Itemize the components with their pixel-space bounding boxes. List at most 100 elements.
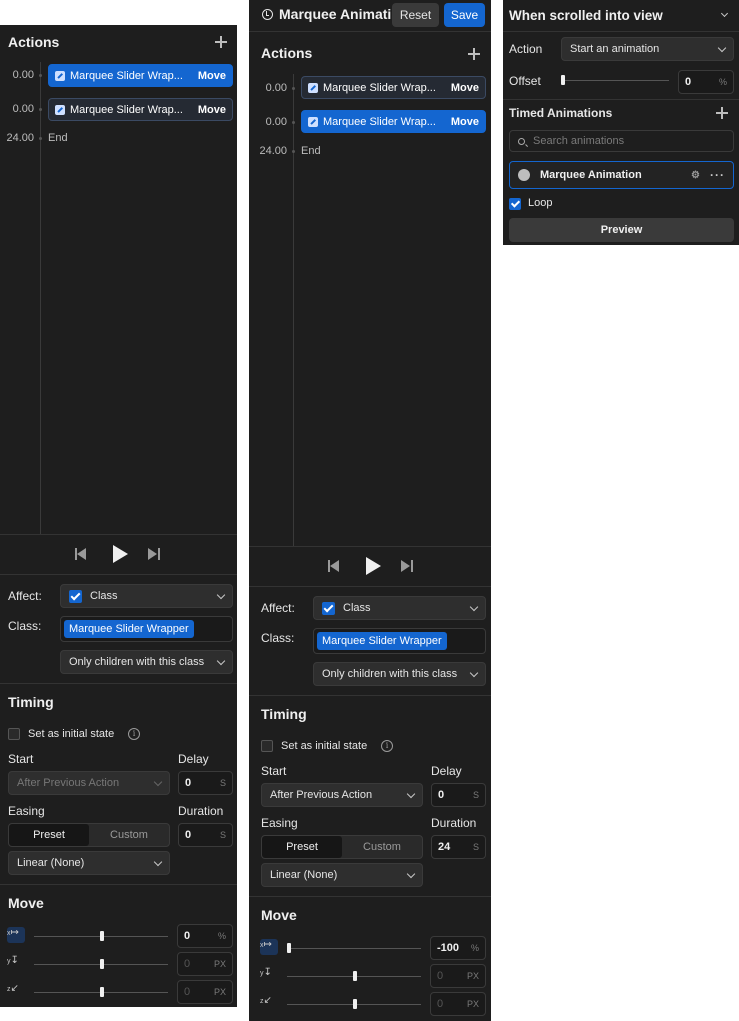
skip-forward-icon[interactable] [148,548,160,560]
start-label: Start [261,764,287,778]
z-axis-icon: z↙ [7,983,19,994]
action-type: Move [197,103,226,116]
start-value: After Previous Action [17,777,120,789]
playback-controls [328,557,413,575]
action-item[interactable]: Marquee Slider Wrap... Move [48,98,233,121]
duration-input[interactable]: 24 S [431,835,486,859]
timed-animations-heading: Timed Animations [509,106,613,120]
scope-dropdown[interactable]: Only children with this class [313,662,486,686]
class-brush-icon [55,70,65,81]
z-value: 0 [184,986,191,998]
class-field[interactable]: Marquee Slider Wrapper [313,628,486,654]
action-type: Move [450,81,479,94]
skip-back-icon[interactable] [328,560,340,572]
action-type: Move [450,115,479,128]
z-slider-knob[interactable] [100,987,104,997]
offset-slider-knob[interactable] [561,75,565,85]
class-field[interactable]: Marquee Slider Wrapper [60,616,233,642]
y-axis-icon: y↧ [7,955,19,966]
trigger-action-dropdown[interactable]: Start an animation [561,37,734,61]
start-dropdown[interactable]: After Previous Action [261,783,423,807]
animation-list-item[interactable]: Marquee Animation ⚙ ··· [509,161,734,189]
chevron-down-icon [216,590,226,599]
gear-icon[interactable]: ⚙ [691,170,700,181]
divider [249,31,491,32]
action-item[interactable]: Marquee Slider Wrap... Move [48,64,233,87]
divider [249,546,491,547]
y-value-input[interactable]: 0 PX [177,952,233,976]
y-slider-knob[interactable] [100,959,104,969]
delay-input[interactable]: 0 S [431,783,486,807]
affect-dropdown[interactable]: Class [313,596,486,620]
chevron-down-icon[interactable] [720,9,729,18]
chevron-down-icon [153,857,163,866]
easing-mode-toggle[interactable]: Preset Custom [261,835,423,859]
search-icon [518,137,525,145]
chevron-down-icon [717,43,727,52]
search-animations-input[interactable]: Search animations [509,130,734,152]
info-icon[interactable]: i [128,728,140,740]
more-icon[interactable]: ··· [710,168,725,182]
affect-dropdown[interactable]: Class [60,584,233,608]
z-value: 0 [437,998,444,1010]
x-slider-track[interactable] [287,948,421,949]
initial-state-checkbox[interactable] [8,728,20,740]
delay-input[interactable]: 0 S [178,771,233,795]
affect-label: Affect: [8,589,42,603]
info-icon[interactable]: i [381,740,393,752]
action-type: Move [197,69,226,82]
divider [0,884,237,885]
easing-dropdown[interactable]: Linear (None) [8,851,170,875]
x-axis-icon: x↦ [260,939,278,955]
initial-state-checkbox[interactable] [261,740,273,752]
start-dropdown[interactable]: After Previous Action [8,771,170,795]
x-value-input[interactable]: -100 % [430,936,486,960]
play-icon[interactable] [113,545,128,563]
animation-title: Marquee Animati... [279,6,403,22]
add-animation-plus-icon[interactable] [716,107,728,119]
chevron-down-icon [153,777,163,786]
x-value-input[interactable]: 0 % [177,924,233,948]
end-label: End [301,145,321,157]
y-slider-knob[interactable] [353,971,357,981]
custom-tab[interactable]: Custom [342,836,422,858]
reset-button[interactable]: Reset [392,3,439,27]
duration-unit: S [472,842,479,852]
y-value-input[interactable]: 0 PX [430,964,486,988]
affect-value: Class [90,590,118,602]
class-icon [69,589,82,603]
x-slider-knob[interactable] [100,931,104,941]
z-axis-icon: z↙ [260,995,272,1006]
skip-forward-icon[interactable] [401,560,413,572]
add-action-plus-icon[interactable] [215,36,227,48]
z-value-input[interactable]: 0 PX [177,980,233,1004]
divider [0,574,237,575]
animation-title-bar: Marquee Animati... [262,6,403,22]
action-time: 0.00 [265,82,287,94]
divider [503,99,739,100]
preset-tab[interactable]: Preset [9,824,89,846]
z-slider-knob[interactable] [353,999,357,1009]
play-icon[interactable] [366,557,381,575]
class-label: Class: [261,631,295,645]
duration-input[interactable]: 0 S [178,823,233,847]
loop-checkbox[interactable] [509,198,521,210]
preview-button[interactable]: Preview [509,218,734,242]
skip-back-icon[interactable] [75,548,87,560]
offset-slider-track[interactable] [561,80,669,81]
custom-tab[interactable]: Custom [89,824,169,846]
action-item[interactable]: Marquee Slider Wrap... Move [301,110,486,133]
class-tag[interactable]: Marquee Slider Wrapper [64,620,194,638]
easing-dropdown[interactable]: Linear (None) [261,863,423,887]
scope-dropdown[interactable]: Only children with this class [60,650,233,674]
easing-mode-toggle[interactable]: Preset Custom [8,823,170,847]
class-tag[interactable]: Marquee Slider Wrapper [317,632,447,650]
x-slider-knob[interactable] [287,943,291,953]
z-value-input[interactable]: 0 PX [430,992,486,1016]
preset-tab[interactable]: Preset [262,836,342,858]
timing-heading: Timing [8,694,54,710]
add-action-plus-icon[interactable] [468,48,480,60]
save-button[interactable]: Save [444,3,485,27]
offset-input[interactable]: 0 % [678,70,734,94]
action-item[interactable]: Marquee Slider Wrap... Move [301,76,486,99]
